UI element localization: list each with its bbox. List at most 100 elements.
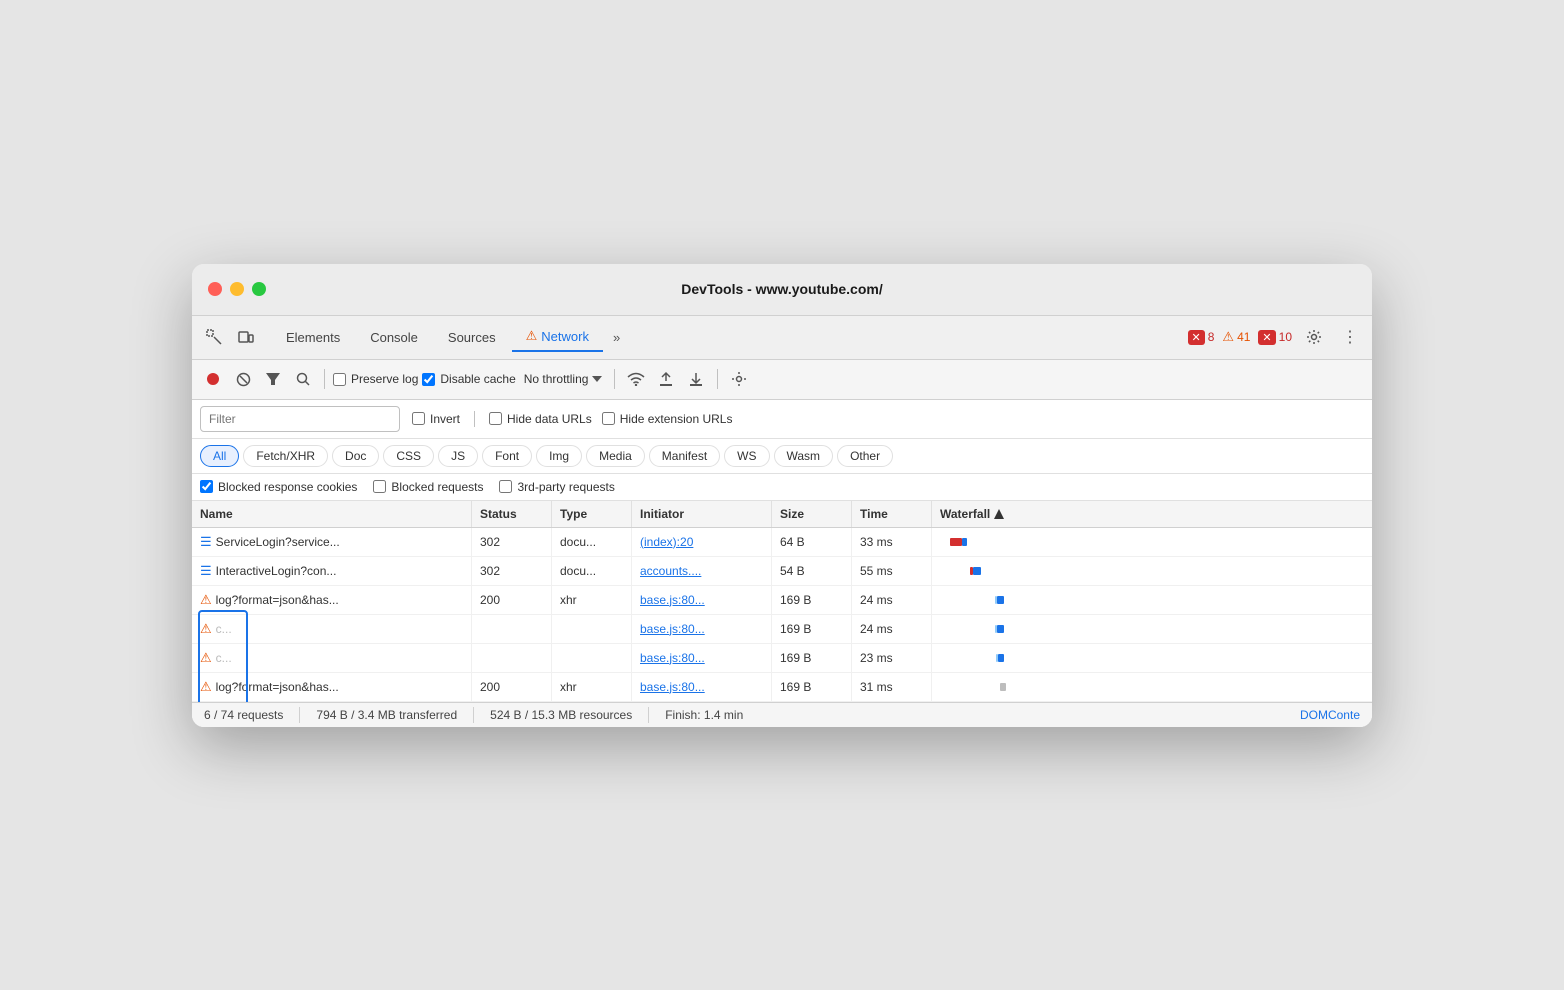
cell-time: 23 ms (852, 644, 932, 672)
hide-data-urls-input[interactable] (489, 412, 502, 425)
initiator-link[interactable]: base.js:80... (640, 593, 705, 607)
third-party-input[interactable] (499, 480, 512, 493)
type-filter-wasm[interactable]: Wasm (774, 445, 834, 467)
warning-icon: ⚠ (200, 650, 212, 666)
more-options-icon[interactable]: ⋮ (1336, 323, 1364, 351)
throttle-select[interactable]: No throttling (520, 370, 607, 388)
upload-icon[interactable] (653, 366, 679, 392)
col-time[interactable]: Time (852, 501, 932, 527)
error-badge: ✕ 8 (1188, 330, 1215, 345)
preserve-log-checkbox[interactable]: Preserve log (333, 372, 418, 386)
close-button[interactable] (208, 282, 222, 296)
stop-recording-button[interactable] (200, 366, 226, 392)
filter-input[interactable] (200, 406, 400, 432)
transferred-size: 794 B / 3.4 MB transferred (316, 708, 457, 722)
network-table: Name Status Type Initiator Size Time Wat… (192, 501, 1372, 702)
device-toggle-icon[interactable] (232, 323, 260, 351)
cell-initiator: accounts.... (632, 557, 772, 585)
cell-type (552, 644, 632, 672)
type-filter-bar: All Fetch/XHR Doc CSS JS Font Img Media … (192, 439, 1372, 474)
col-name[interactable]: Name (192, 501, 472, 527)
cell-size: 169 B (772, 644, 852, 672)
minimize-button[interactable] (230, 282, 244, 296)
type-filter-js[interactable]: JS (438, 445, 478, 467)
search-icon[interactable] (290, 366, 316, 392)
cell-name: ⚠ log?format=json&has... (192, 673, 472, 701)
col-type[interactable]: Type (552, 501, 632, 527)
hide-data-urls-checkbox[interactable]: Hide data URLs (489, 412, 592, 426)
blocked-requests-input[interactable] (373, 480, 386, 493)
col-initiator[interactable]: Initiator (632, 501, 772, 527)
hide-ext-urls-input[interactable] (602, 412, 615, 425)
cell-status: 200 (472, 586, 552, 614)
third-party-checkbox[interactable]: 3rd-party requests (499, 480, 614, 494)
table-row[interactable]: ⚠ c... base.js:80... 169 B 24 ms (192, 615, 1372, 644)
disable-cache-checkbox[interactable]: Disable cache (422, 372, 515, 386)
cell-status (472, 644, 552, 672)
tab-bar-left: Elements Console Sources ⚠ Network » (200, 322, 628, 352)
cell-waterfall (932, 644, 1372, 672)
cell-size: 64 B (772, 528, 852, 556)
download-icon[interactable] (683, 366, 709, 392)
invert-checkbox[interactable]: Invert (412, 412, 460, 426)
type-filter-doc[interactable]: Doc (332, 445, 379, 467)
tab-elements[interactable]: Elements (272, 324, 354, 351)
table-row[interactable]: ☰ ServiceLogin?service... 302 docu... (i… (192, 528, 1372, 557)
filter-sep-1 (474, 411, 475, 427)
cell-name: ☰ ServiceLogin?service... (192, 528, 472, 556)
maximize-button[interactable] (252, 282, 266, 296)
table-row[interactable]: ⚠ c... base.js:80... 169 B 23 ms (192, 644, 1372, 673)
preserve-log-input[interactable] (333, 373, 346, 386)
table-row[interactable]: ⚠ log?format=json&has... 200 xhr base.js… (192, 586, 1372, 615)
type-filter-all[interactable]: All (200, 445, 239, 467)
status-sep-1 (299, 707, 300, 723)
cell-type: docu... (552, 557, 632, 585)
type-filter-fetch-xhr[interactable]: Fetch/XHR (243, 445, 328, 467)
warning-icon: ⚠ (200, 621, 212, 637)
cell-initiator: base.js:80... (632, 615, 772, 643)
tab-console[interactable]: Console (356, 324, 432, 351)
initiator-link[interactable]: accounts.... (640, 564, 701, 578)
clear-button[interactable] (230, 366, 256, 392)
type-filter-css[interactable]: CSS (383, 445, 434, 467)
cell-name: ⚠ c... (192, 615, 472, 643)
invert-input[interactable] (412, 412, 425, 425)
info-badge: ✕ 10 (1258, 330, 1292, 345)
tab-network[interactable]: ⚠ Network (512, 322, 603, 352)
wifi-icon[interactable] (623, 366, 649, 392)
table-row[interactable]: ⚠ log?format=json&has... 200 xhr base.js… (192, 673, 1372, 702)
settings-icon[interactable] (1300, 323, 1328, 351)
col-status[interactable]: Status (472, 501, 552, 527)
initiator-link[interactable]: base.js:80... (640, 622, 705, 636)
more-tabs-icon[interactable]: » (605, 326, 628, 349)
warning-icon: ⚠ (200, 592, 212, 608)
disable-cache-input[interactable] (422, 373, 435, 386)
type-filter-font[interactable]: Font (482, 445, 532, 467)
network-settings-icon[interactable] (726, 366, 752, 392)
type-filter-other[interactable]: Other (837, 445, 893, 467)
status-bar: 6 / 74 requests 794 B / 3.4 MB transferr… (192, 702, 1372, 727)
initiator-link[interactable]: base.js:80... (640, 651, 705, 665)
tab-sources[interactable]: Sources (434, 324, 510, 351)
cell-time: 24 ms (852, 586, 932, 614)
blocked-requests-checkbox[interactable]: Blocked requests (373, 480, 483, 494)
initiator-link[interactable]: (index):20 (640, 535, 693, 549)
cell-time: 55 ms (852, 557, 932, 585)
table-row[interactable]: ☰ InteractiveLogin?con... 302 docu... ac… (192, 557, 1372, 586)
type-filter-ws[interactable]: WS (724, 445, 769, 467)
col-size[interactable]: Size (772, 501, 852, 527)
toolbar: Preserve log Disable cache No throttling (192, 360, 1372, 400)
inspect-element-icon[interactable] (200, 323, 228, 351)
type-filter-img[interactable]: Img (536, 445, 582, 467)
blocked-cookies-input[interactable] (200, 480, 213, 493)
cell-initiator: base.js:80... (632, 586, 772, 614)
initiator-link[interactable]: base.js:80... (640, 680, 705, 694)
status-sep-3 (648, 707, 649, 723)
hide-ext-urls-checkbox[interactable]: Hide extension URLs (602, 412, 733, 426)
type-filter-media[interactable]: Media (586, 445, 645, 467)
filter-bar: Invert Hide data URLs Hide extension URL… (192, 400, 1372, 439)
blocked-cookies-checkbox[interactable]: Blocked response cookies (200, 480, 357, 494)
type-filter-manifest[interactable]: Manifest (649, 445, 720, 467)
filter-icon[interactable] (260, 366, 286, 392)
col-waterfall[interactable]: Waterfall (932, 501, 1372, 527)
